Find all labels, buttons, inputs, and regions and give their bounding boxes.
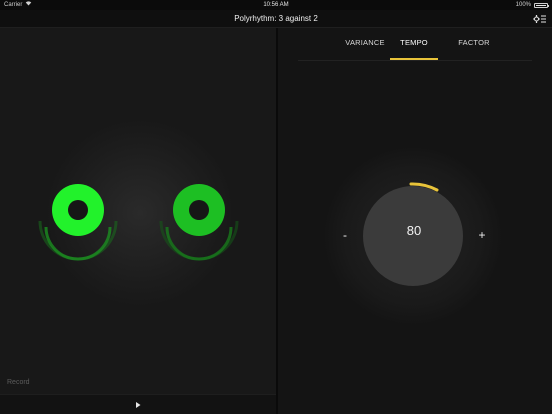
rhythm-visual [38, 118, 239, 308]
battery-icon [534, 2, 549, 8]
status-right: 100% [515, 0, 549, 10]
record-label[interactable]: Record [7, 379, 30, 386]
rhythm-2-hole [189, 200, 209, 220]
rhythm-3-hole [68, 200, 88, 220]
tempo-control: 80 - + [278, 28, 552, 414]
nav-bar: Polyrhythm: 3 against 2 [0, 10, 552, 28]
battery-percent: 100% [515, 2, 531, 8]
page-title: Polyrhythm: 3 against 2 [234, 14, 318, 23]
settings-button[interactable] [532, 12, 546, 25]
playback-bar [0, 394, 276, 414]
play-button[interactable] [132, 399, 144, 411]
settings-sliders-icon [532, 14, 546, 23]
rhythm-panel: Record [0, 28, 276, 414]
control-panel: VARIANCE TEMPO FACTOR 80 - + [278, 28, 552, 414]
app-window: Carrier 10:56 AM 100% Polyrhythm: 3 agai… [0, 0, 552, 414]
tempo-dial-graphic [323, 146, 503, 326]
battery-fill [536, 4, 546, 6]
status-bar: Carrier 10:56 AM 100% [0, 0, 552, 10]
tempo-value: 80 [406, 223, 422, 238]
play-icon [136, 402, 141, 408]
tempo-decrease-button[interactable]: - [338, 228, 352, 242]
tempo-increase-button[interactable]: + [475, 228, 489, 242]
status-time: 10:56 AM [263, 2, 289, 8]
